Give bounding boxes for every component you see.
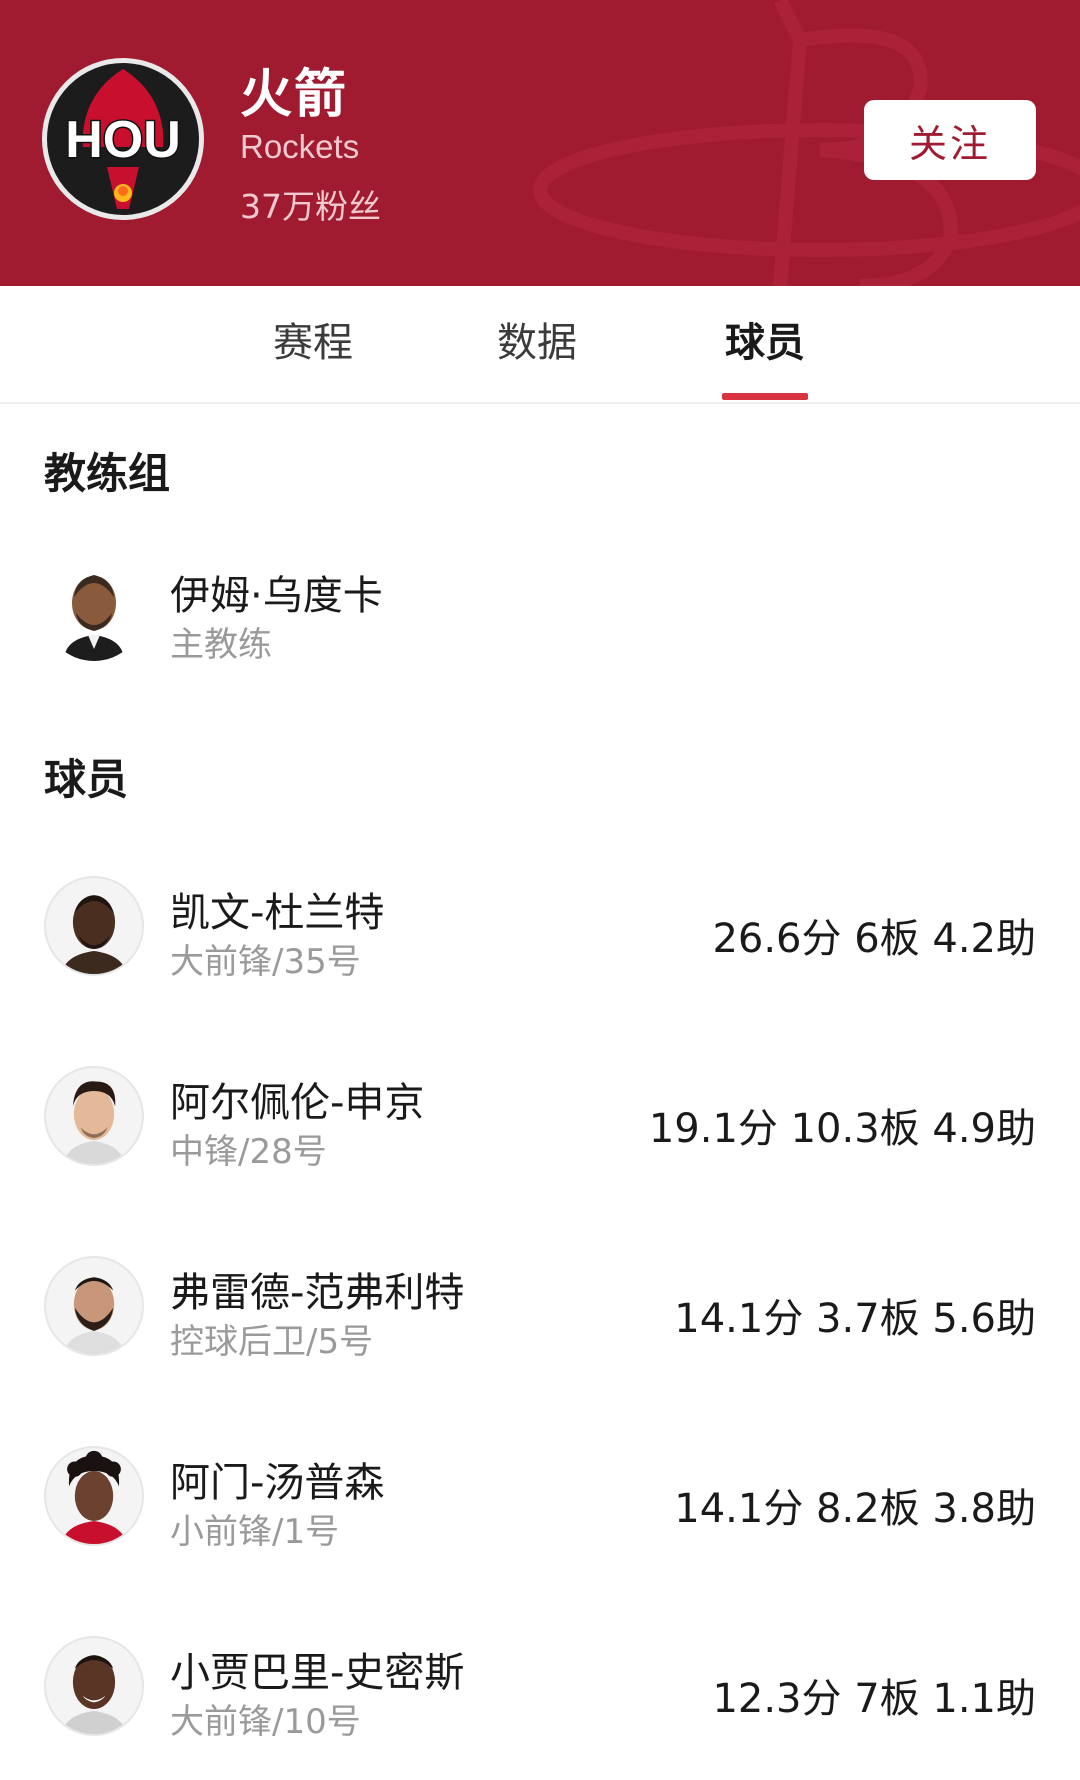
coach-name: 伊姆·乌度卡 [170, 573, 383, 619]
active-tab-indicator [722, 393, 808, 400]
player-stats: 26.6分 6板 4.2助 [712, 916, 1036, 962]
player-position: 大前锋/35号 [170, 942, 361, 982]
avatar [44, 1066, 144, 1166]
player-position: 小前锋/1号 [170, 1512, 340, 1552]
player-row[interactable]: 弗雷德-范弗利特 控球后卫/5号 14.1分 3.7板 5.6助 [0, 1252, 1080, 1372]
player-stats: 19.1分 10.3板 4.9助 [648, 1106, 1036, 1152]
coach-row[interactable]: 伊姆·乌度卡 主教练 [0, 555, 1080, 675]
tab-bar: 赛程 数据 球员 [0, 286, 1080, 404]
player-row[interactable]: 阿门-汤普森 小前锋/1号 14.1分 8.2板 3.8助 [0, 1442, 1080, 1562]
player-position: 控球后卫/5号 [170, 1322, 374, 1362]
player-stats: 14.1分 3.7板 5.6助 [674, 1296, 1036, 1342]
team-header: HOU 火箭 Rockets 37万粉丝 关注 [0, 0, 1080, 286]
player-position: 大前锋/10号 [170, 1702, 361, 1742]
players-section-title: 球员 [44, 755, 129, 804]
rocket-logo-icon: HOU [64, 69, 182, 209]
avatar [44, 1636, 144, 1736]
player-stats: 14.1分 8.2板 3.8助 [674, 1486, 1036, 1532]
avatar [44, 1256, 144, 1356]
team-name: 火箭 [240, 65, 349, 125]
player-name: 弗雷德-范弗利特 [170, 1270, 465, 1316]
player-position: 中锋/28号 [170, 1132, 327, 1172]
avatar [44, 1446, 144, 1546]
svg-text:HOU: HOU [65, 111, 181, 169]
player-row[interactable]: 凯文-杜兰特 大前锋/35号 26.6分 6板 4.2助 [0, 872, 1080, 992]
team-logo[interactable]: HOU [42, 58, 204, 220]
player-name: 阿尔佩伦-申京 [170, 1080, 425, 1126]
tab-stats[interactable]: 数据 [477, 286, 597, 402]
team-english-name: Rockets [240, 128, 360, 165]
tab-players[interactable]: 球员 [705, 286, 825, 402]
avatar [44, 561, 144, 661]
fans-count: 37万粉丝 [240, 187, 381, 226]
player-row[interactable]: 小贾巴里-史密斯 大前锋/10号 12.3分 7板 1.1助 [0, 1632, 1080, 1752]
player-name: 阿门-汤普森 [170, 1460, 385, 1506]
coaches-section-title: 教练组 [44, 449, 171, 498]
tab-schedule[interactable]: 赛程 [253, 286, 373, 402]
player-name: 小贾巴里-史密斯 [170, 1650, 465, 1696]
avatar [44, 876, 144, 976]
player-name: 凯文-杜兰特 [170, 890, 385, 936]
coach-role: 主教练 [170, 625, 272, 665]
player-row[interactable]: 阿尔佩伦-申京 中锋/28号 19.1分 10.3板 4.9助 [0, 1062, 1080, 1182]
follow-button[interactable]: 关注 [864, 100, 1036, 180]
player-stats: 12.3分 7板 1.1助 [712, 1676, 1036, 1722]
